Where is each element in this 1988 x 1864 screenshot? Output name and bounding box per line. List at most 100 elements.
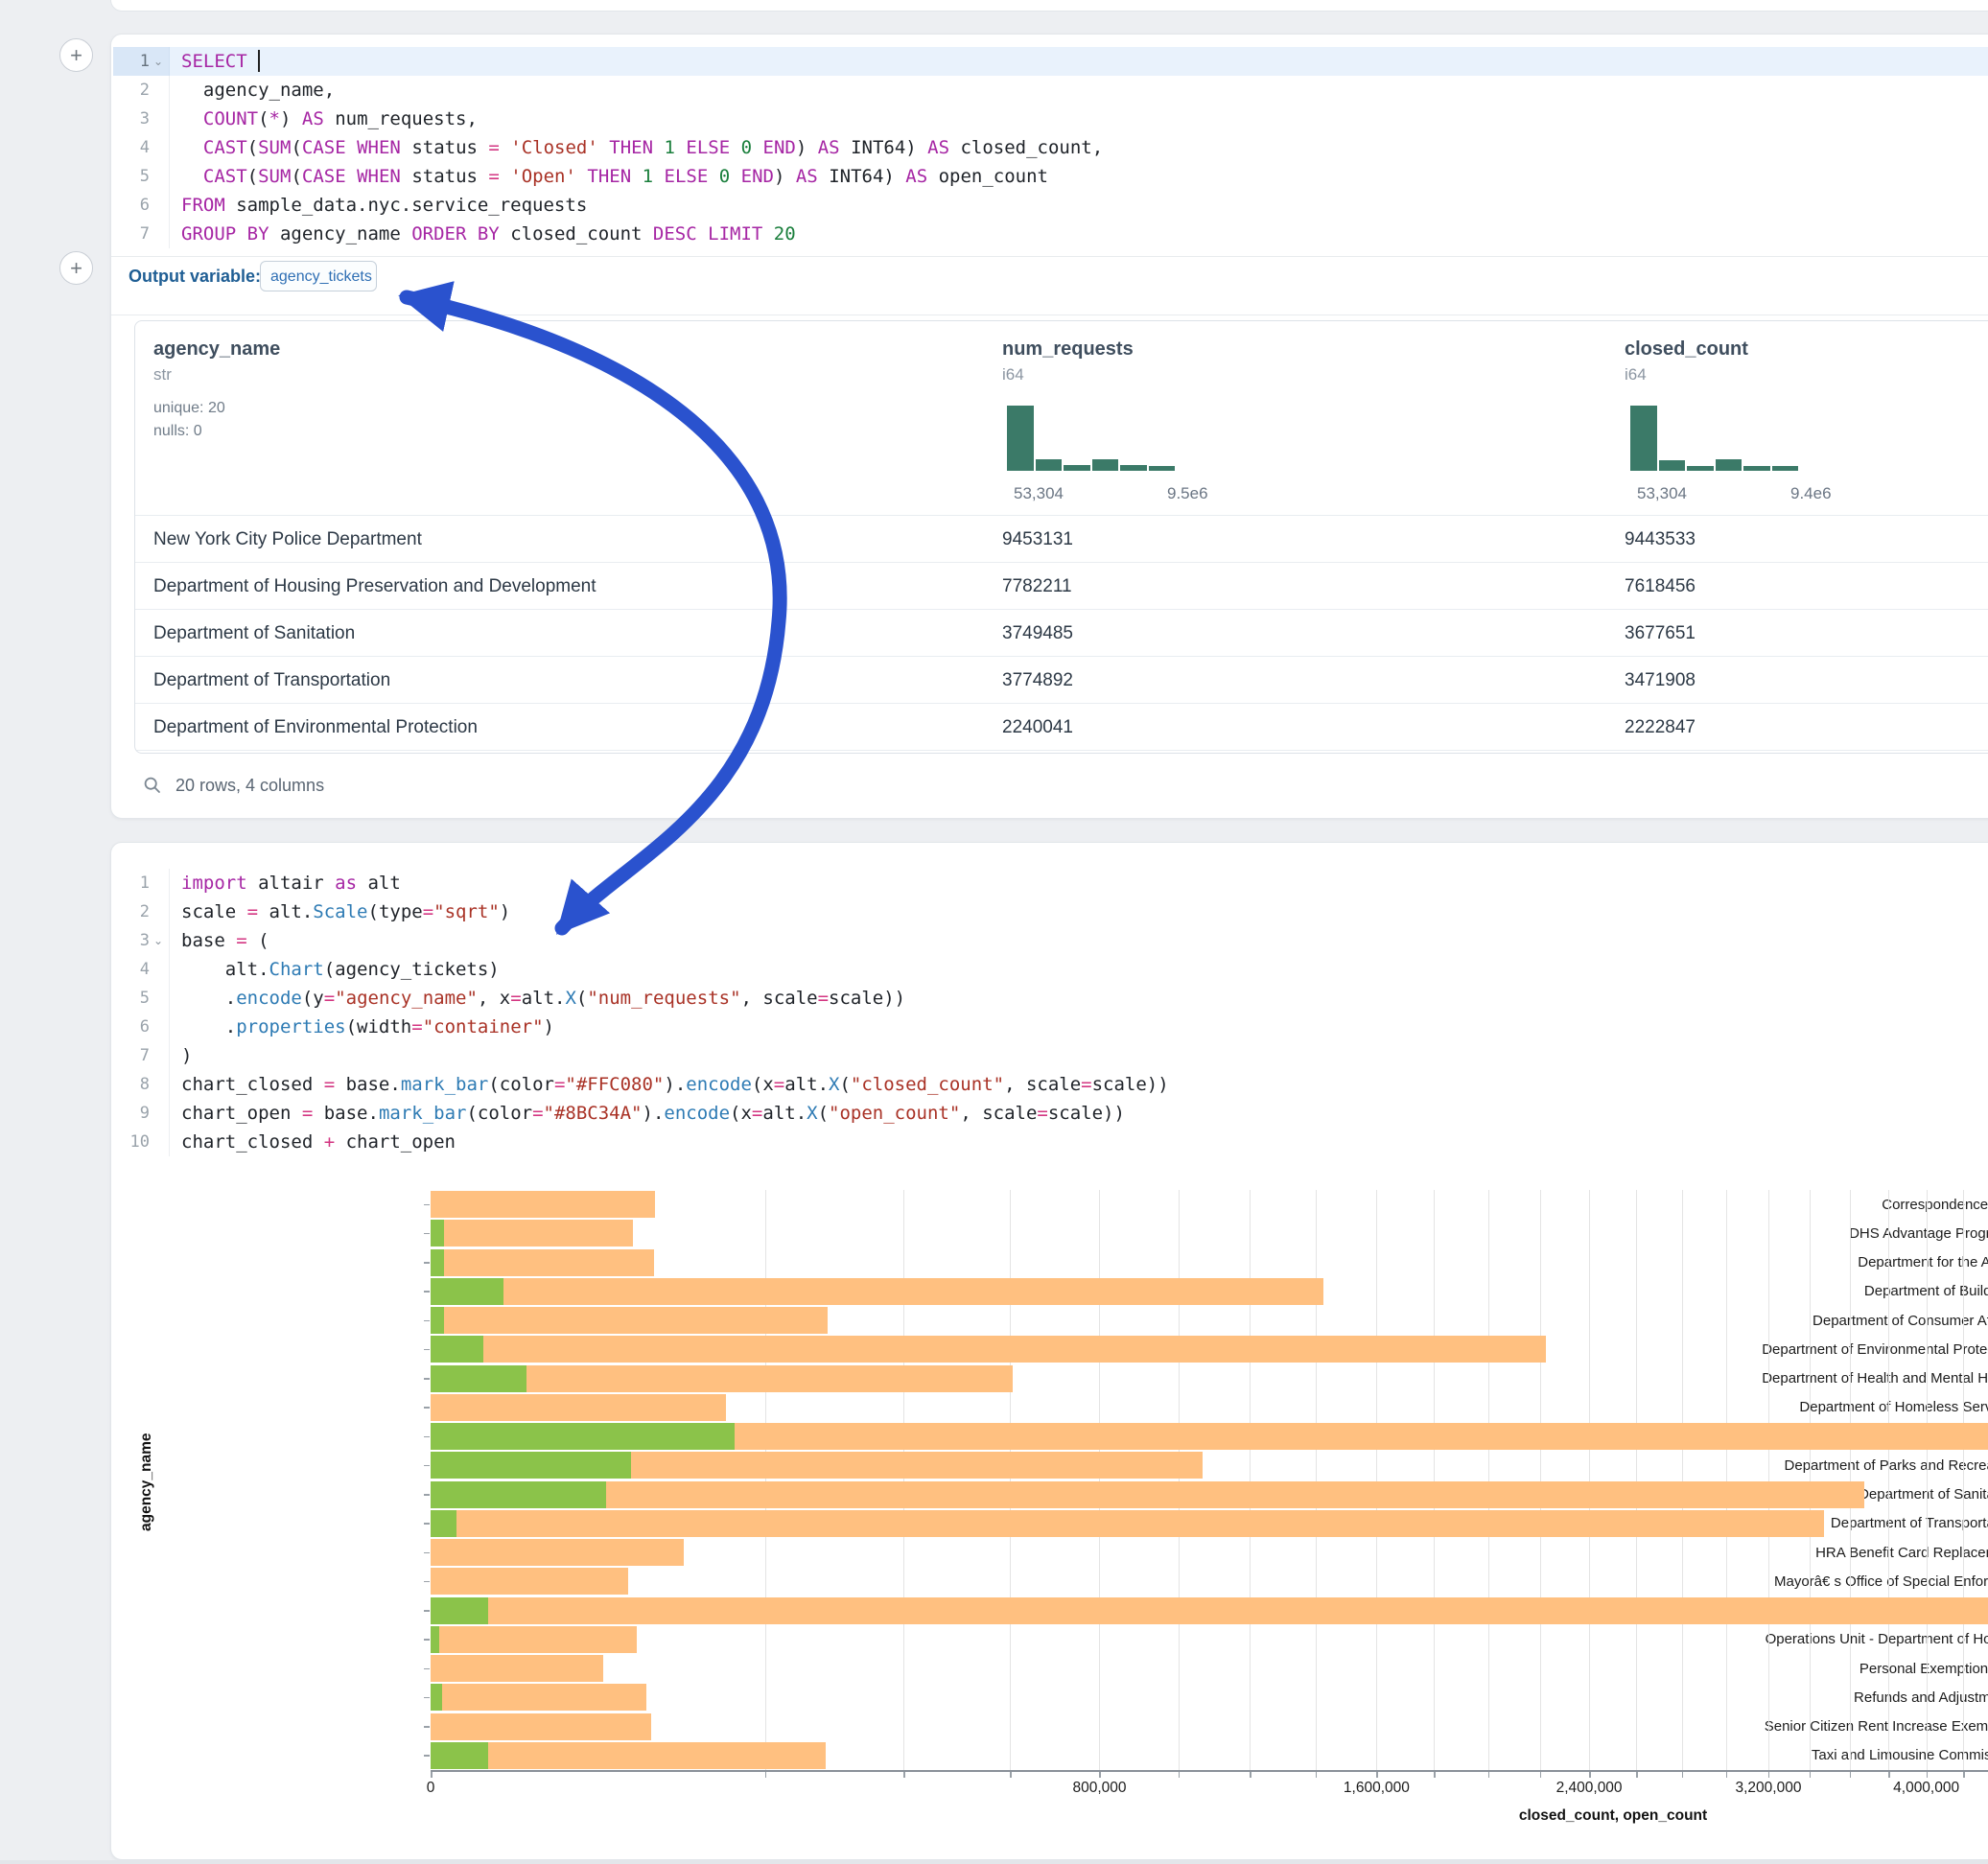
bar-open-count xyxy=(431,1249,444,1276)
histogram-bar xyxy=(1772,466,1799,471)
line-number: 8 xyxy=(113,1075,150,1094)
x-tick xyxy=(1768,1772,1770,1778)
y-tick xyxy=(424,1465,430,1467)
column-type: i64 xyxy=(1625,365,1647,384)
cell-closed-count: 7618456 xyxy=(1625,563,1696,610)
x-tick xyxy=(1888,1772,1890,1778)
cell-closed-count: 3471908 xyxy=(1625,657,1696,704)
column-header-agency-name[interactable]: agency_name xyxy=(153,338,280,361)
results-table: agency_name str unique: 20 nulls: 0 num_… xyxy=(134,320,1988,754)
line-number: 5 xyxy=(113,167,150,186)
x-tick-label: 2,400,000 xyxy=(1556,1780,1623,1797)
bar-open-count xyxy=(431,1481,606,1508)
code-line: 10chart_closed + chart_open xyxy=(113,1128,1988,1156)
y-tick xyxy=(424,1726,430,1728)
bar-open-count xyxy=(431,1365,526,1392)
bar-closed-count xyxy=(431,1626,637,1653)
previous-cell-edge xyxy=(110,0,1988,12)
bar-closed-count xyxy=(431,1278,1323,1305)
y-tick xyxy=(424,1436,430,1438)
cell-agency: New York City Police Department xyxy=(153,516,422,563)
y-tick xyxy=(424,1204,430,1206)
y-tick xyxy=(424,1494,430,1496)
column-meta-unique: unique: 20 xyxy=(153,400,225,417)
histogram-bar xyxy=(1149,466,1176,471)
histogram-bar xyxy=(1630,406,1657,471)
gridline xyxy=(1726,1190,1727,1770)
x-tick xyxy=(1250,1772,1251,1778)
cell-closed-count: 9443533 xyxy=(1625,516,1696,563)
python-editor[interactable]: 1import altair as alt2scale = alt.Scale(… xyxy=(113,869,1988,1156)
gridline xyxy=(1810,1190,1811,1770)
column-header-closed-count[interactable]: closed_count xyxy=(1625,338,1748,361)
y-axis-title: agency_name xyxy=(138,1358,157,1607)
table-row: Department of Transportation 3774892 347… xyxy=(135,656,1988,704)
code-line: 1import altair as alt xyxy=(113,869,1988,897)
x-tick-label: 3,200,000 xyxy=(1735,1780,1801,1797)
notebook-page: + + 1⌄SELECT 2 agency_name,3 COUNT(*) AS… xyxy=(0,0,1988,1864)
row-count-label: 20 rows, 4 columns xyxy=(175,776,324,796)
histogram-bar xyxy=(1064,465,1090,471)
bar-open-count xyxy=(431,1423,735,1450)
column-header-num-requests[interactable]: num_requests xyxy=(1002,338,1134,361)
divider xyxy=(111,256,1988,257)
bar-closed-count xyxy=(431,1713,651,1740)
code-line: 5 CAST(SUM(CASE WHEN status = 'Open' THE… xyxy=(113,162,1988,191)
table-row: Department of Housing Preservation and D… xyxy=(135,562,1988,610)
bar-closed-count xyxy=(431,1539,684,1566)
altair-chart: agency_name Correspondence UnitDHS Advan… xyxy=(111,1185,1988,1837)
bar-closed-count xyxy=(431,1481,1864,1508)
y-tick xyxy=(424,1291,430,1293)
bar-closed-count xyxy=(431,1568,628,1595)
y-tick xyxy=(424,1552,430,1554)
x-tick xyxy=(1726,1772,1728,1778)
y-tick xyxy=(424,1407,430,1409)
bar-open-count xyxy=(431,1626,439,1653)
x-tick xyxy=(1099,1772,1101,1778)
text-cursor xyxy=(258,50,260,72)
gridline xyxy=(1179,1190,1180,1770)
bar-closed-count xyxy=(431,1191,655,1218)
gridline xyxy=(903,1190,904,1770)
cell-agency: Department of Transportation xyxy=(153,657,390,704)
bar-closed-count xyxy=(431,1742,826,1769)
add-cell-button-output[interactable]: + xyxy=(59,251,93,285)
gridline xyxy=(1850,1190,1851,1770)
gridline xyxy=(1010,1190,1011,1770)
code-line: 1⌄SELECT xyxy=(113,47,1988,76)
y-tick xyxy=(424,1639,430,1641)
search-icon[interactable] xyxy=(143,776,162,795)
fold-caret-icon[interactable]: ⌄ xyxy=(150,934,167,947)
bar-closed-count xyxy=(431,1510,1824,1537)
output-variable-pill[interactable]: agency_tickets xyxy=(260,261,377,291)
gridline xyxy=(1927,1190,1928,1770)
histogram-bar xyxy=(1036,459,1063,471)
cell-agency: Department of Sanitation xyxy=(153,610,355,657)
y-tick xyxy=(424,1320,430,1322)
histogram-max-label: 9.5e6 xyxy=(1167,484,1208,503)
fold-caret-icon[interactable]: ⌄ xyxy=(150,55,167,68)
num-requests-histogram xyxy=(1007,406,1175,471)
x-axis-title: closed_count, open_count xyxy=(1519,1807,1707,1825)
x-tick xyxy=(1540,1772,1542,1778)
histogram-bar xyxy=(1687,466,1714,471)
gridline xyxy=(1488,1190,1489,1770)
y-tick xyxy=(424,1581,430,1583)
add-cell-button-top[interactable]: + xyxy=(59,38,93,72)
cell-num-requests: 7782211 xyxy=(1002,563,1072,610)
code-line: 3⌄base = ( xyxy=(113,926,1988,955)
sql-editor[interactable]: 1⌄SELECT 2 agency_name,3 COUNT(*) AS num… xyxy=(113,47,1988,248)
histogram-max-label: 9.4e6 xyxy=(1790,484,1832,503)
line-number: 9 xyxy=(113,1104,150,1123)
code-line: 8chart_closed = base.mark_bar(color="#FF… xyxy=(113,1070,1988,1099)
line-number: 3 xyxy=(113,109,150,128)
bar-closed-count xyxy=(431,1249,654,1276)
table-row: Department of Environmental Protection 2… xyxy=(135,703,1988,751)
histogram-bar xyxy=(1743,466,1770,471)
line-number: 4 xyxy=(113,960,150,979)
y-tick xyxy=(424,1523,430,1525)
bar-closed-count xyxy=(431,1220,633,1247)
table-row: Department of Sanitation 3749485 3677651 xyxy=(135,609,1988,657)
line-number: 3 xyxy=(113,931,150,950)
gridline xyxy=(765,1190,766,1770)
